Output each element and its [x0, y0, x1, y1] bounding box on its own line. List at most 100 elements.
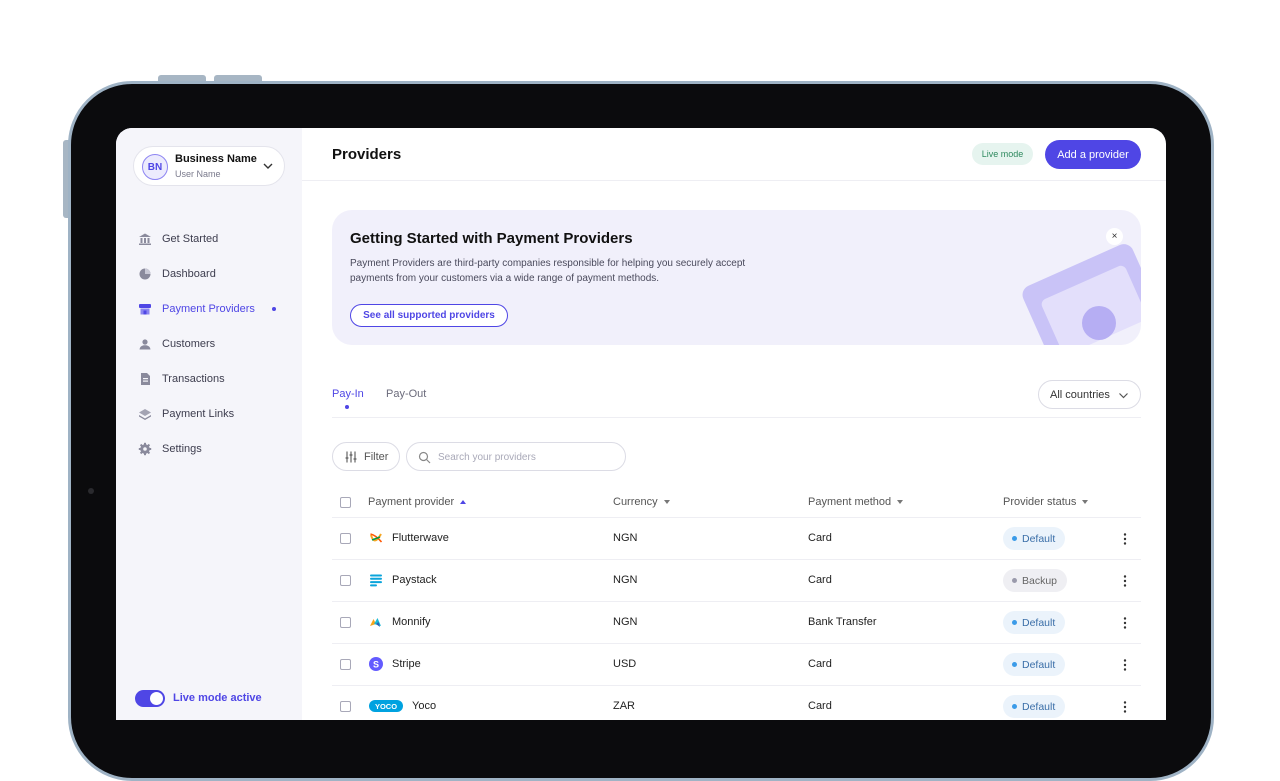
live-mode-toggle[interactable]: [135, 690, 165, 707]
column-label: Payment method: [808, 496, 892, 508]
chevron-down-icon: [1119, 393, 1128, 399]
add-provider-button[interactable]: Add a provider: [1045, 140, 1141, 169]
provider-name: Stripe: [392, 658, 421, 670]
tab-pay-out[interactable]: Pay-Out: [386, 388, 426, 400]
currency: NGN: [613, 574, 638, 586]
row-checkbox[interactable]: [340, 617, 351, 628]
business-name: Business Name: [175, 153, 257, 165]
avatar: BN: [142, 154, 168, 180]
more-options-icon[interactable]: [1118, 531, 1132, 547]
svg-text:S: S: [373, 660, 379, 670]
row-checkbox[interactable]: [340, 533, 351, 544]
more-options-icon[interactable]: [1118, 573, 1132, 589]
sidebar-item-label: Transactions: [162, 373, 225, 385]
yoco-logo-icon: YOCO: [369, 700, 403, 712]
status-dot: [1012, 662, 1017, 667]
provider-name: Paystack: [392, 574, 437, 586]
storefront-icon: [139, 304, 151, 315]
column-header-method[interactable]: Payment method: [808, 496, 904, 508]
business-switcher[interactable]: BN Business Name User Name: [133, 146, 285, 186]
card-illustration: [1022, 244, 1141, 345]
currency: USD: [613, 658, 637, 670]
column-label: Provider status: [1003, 496, 1077, 508]
sidebar-item-payment-providers[interactable]: Payment Providers: [116, 294, 302, 324]
stripe-logo-icon: S: [369, 657, 383, 671]
currency: ZAR: [613, 700, 635, 712]
column-header-status[interactable]: Provider status: [1003, 496, 1089, 508]
sidebar-item-customers[interactable]: Customers: [116, 329, 302, 359]
sidebar-item-dashboard[interactable]: Dashboard: [116, 259, 302, 289]
getting-started-banner: Getting Started with Payment Providers P…: [332, 210, 1141, 345]
more-options-icon[interactable]: [1118, 615, 1132, 631]
status-badge: Default: [1003, 653, 1066, 676]
layers-icon: [139, 409, 151, 420]
camera: [88, 488, 94, 494]
status-badge: Default: [1003, 695, 1066, 718]
payment-method: Card: [808, 658, 832, 670]
provider-name: Monnify: [392, 616, 431, 628]
column-label: Payment provider: [368, 496, 455, 508]
provider-name: Flutterwave: [392, 532, 449, 544]
bank-icon: [139, 233, 151, 245]
main-content: Providers Live mode Add a provider Getti…: [302, 128, 1166, 720]
gear-icon: [138, 442, 152, 456]
payment-method: Card: [808, 574, 832, 586]
status-label: Backup: [1022, 574, 1058, 587]
table-row[interactable]: Monnify NGN Bank Transfer Default: [332, 601, 1141, 643]
sidebar-item-get-started[interactable]: Get Started: [116, 224, 302, 254]
user-name: User Name: [175, 169, 221, 179]
sort-ascending-icon: [460, 500, 467, 504]
see-all-providers-button[interactable]: See all supported providers: [350, 304, 508, 327]
document-icon: [141, 373, 150, 385]
row-checkbox[interactable]: [340, 701, 351, 712]
tabs-divider: [332, 417, 1141, 418]
column-label: Currency: [613, 496, 658, 508]
currency: NGN: [613, 532, 638, 544]
live-mode-badge: Live mode: [972, 143, 1033, 165]
sidebar-item-label: Customers: [162, 338, 216, 350]
sidebar: BN Business Name User Name Get Started D…: [116, 128, 302, 720]
sort-icon: [663, 500, 670, 504]
sidebar-item-label: Settings: [162, 443, 202, 455]
more-options-icon[interactable]: [1118, 657, 1132, 673]
more-options-icon[interactable]: [1118, 699, 1132, 715]
status-badge: Default: [1003, 527, 1066, 550]
status-label: Default: [1022, 658, 1056, 671]
table-row[interactable]: S Stripe USD Card Default: [332, 643, 1141, 685]
sidebar-item-label: Dashboard: [162, 268, 216, 280]
svg-text:YOCO: YOCO: [375, 702, 397, 711]
sidebar-item-payment-links[interactable]: Payment Links: [116, 399, 302, 429]
sidebar-item-label: Payment Links: [162, 408, 235, 420]
chevron-down-icon: [263, 163, 273, 169]
row-checkbox[interactable]: [340, 659, 351, 670]
column-header-currency[interactable]: Currency: [613, 496, 670, 508]
monnify-logo-icon: [370, 618, 381, 627]
sidebar-item-transactions[interactable]: Transactions: [116, 364, 302, 394]
sidebar-item-settings[interactable]: Settings: [116, 434, 302, 464]
pie-chart-icon: [139, 268, 151, 280]
status-dot: [1012, 704, 1017, 709]
banner-description: Payment Providers are third-party compan…: [350, 258, 746, 284]
country-select[interactable]: All countries: [1038, 380, 1141, 409]
row-checkbox[interactable]: [340, 575, 351, 586]
active-tab-dot: [345, 405, 349, 409]
filter-sliders-icon: [345, 451, 357, 463]
provider-name: Yoco: [412, 700, 437, 712]
column-header-provider[interactable]: Payment provider: [368, 496, 467, 508]
app-screen: BN Business Name User Name Get Started D…: [116, 128, 1166, 720]
payment-method: Bank Transfer: [808, 616, 877, 628]
tab-pay-in[interactable]: Pay-In: [332, 388, 364, 400]
live-mode-label: Live mode active: [173, 692, 262, 704]
table-row[interactable]: Paystack NGN Card Backup: [332, 559, 1141, 601]
country-select-value: All countries: [1050, 389, 1110, 401]
select-all-checkbox[interactable]: [340, 497, 351, 508]
filter-label: Filter: [364, 451, 389, 463]
active-indicator-dot: [272, 307, 276, 311]
banner-title: Getting Started with Payment Providers: [350, 230, 633, 247]
payment-method: Card: [808, 700, 832, 712]
table-row[interactable]: Flutterwave NGN Card Default: [332, 517, 1141, 559]
search-input[interactable]: [438, 448, 618, 466]
filter-button[interactable]: Filter: [332, 442, 400, 471]
table-row[interactable]: YOCO Yoco ZAR Card Default: [332, 685, 1141, 720]
status-label: Default: [1022, 532, 1056, 545]
